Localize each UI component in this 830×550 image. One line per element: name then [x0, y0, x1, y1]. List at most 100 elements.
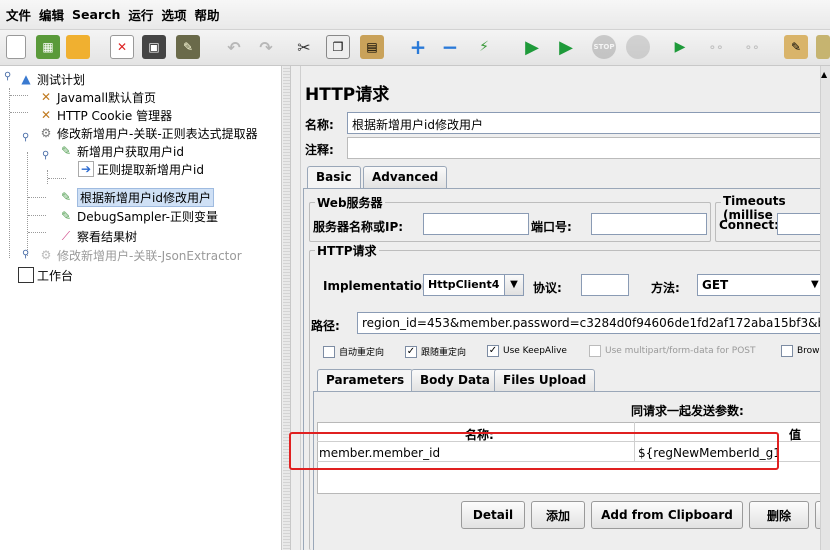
menu-run[interactable]: 运行 [124, 5, 157, 24]
toolbar: ▦ ✕ ▣ ✎ ↶ ↷ ✂ ❐ ▤ + − ⚡ ▶ ▶ STOP ▶ ∘∘ ∘∘… [0, 30, 830, 66]
listener-icon: ⟋ [61, 228, 71, 243]
collapse-toggle-icon[interactable]: ⚲ [4, 71, 11, 82]
thread-group-icon: ⚙ [40, 248, 52, 262]
name-field[interactable]: 根据新增用户id修改用户 [347, 112, 827, 134]
paste-icon[interactable]: ▤ [360, 35, 384, 59]
menu-file[interactable]: 文件 [2, 5, 35, 24]
tree-item-debug-sampler[interactable]: ✎ DebugSampler-正则变量 [58, 207, 218, 225]
tab-advanced[interactable]: Advanced [363, 166, 448, 188]
tree-item-label: 修改新增用户-关联-正则表达式提取器 [57, 126, 258, 141]
shutdown-icon[interactable] [626, 35, 650, 59]
connect-label: Connect: [719, 218, 779, 232]
tree-item-add-user[interactable]: ✎ 新增用户获取用户id [58, 142, 184, 160]
collapse-icon[interactable]: − [438, 35, 462, 59]
tree-item-test-plan[interactable]: ▲ 测试计划 [18, 70, 85, 88]
multipart-checkbox[interactable]: Use multipart/form-data for POST [589, 345, 756, 357]
protocol-input[interactable] [581, 274, 629, 296]
sampler-icon: ✎ [60, 144, 72, 158]
checkbox-label: 跟随重定向 [421, 348, 467, 358]
web-server-legend: Web服务器 [315, 194, 385, 211]
collapse-toggle-icon[interactable]: ⚲ [42, 150, 49, 161]
checkbox-box [781, 345, 793, 357]
port-input[interactable] [591, 213, 707, 235]
sampler-icon: ✎ [60, 209, 72, 223]
delete-button[interactable]: 删除 [749, 501, 809, 529]
menu-options[interactable]: 选项 [157, 5, 190, 24]
http-request-panel: HTTP请求 名称: 根据新增用户id修改用户 注释: Basic Advanc… [289, 66, 830, 550]
new-icon[interactable] [6, 35, 26, 59]
tree-item-workbench[interactable]: 工作台 [18, 266, 73, 284]
expand-toggle-icon[interactable]: ⚲ [22, 249, 29, 260]
tree-item-javamall-defaults[interactable]: ✕ Javamall默认首页 [38, 88, 156, 106]
tab-files-upload[interactable]: Files Upload [494, 369, 596, 391]
menu-bar: 文件 编辑 Search 运行 选项 帮助 [0, 0, 830, 30]
tab-basic[interactable]: Basic [307, 166, 361, 188]
cut-icon[interactable]: ✂ [292, 35, 316, 59]
tree-item-modify-user[interactable]: ✎ 根据新增用户id修改用户 [58, 187, 214, 207]
vertical-scrollbar[interactable] [820, 66, 830, 550]
checkbox-box [323, 345, 335, 358]
detail-button[interactable]: Detail [461, 501, 525, 529]
tree-item-label: 察看结果树 [77, 229, 138, 244]
path-input[interactable]: region_id=453&member.password=c3284d0f94… [357, 312, 827, 334]
tree-item-label: 工作台 [37, 268, 74, 283]
tree-item-thread-group-json[interactable]: ⚙ 修改新增用户-关联-JsonExtractor [38, 246, 242, 264]
tab-parameters[interactable]: Parameters [317, 369, 414, 391]
tree-item-label: 根据新增用户id修改用户 [77, 187, 214, 207]
name-label: 名称: [305, 118, 334, 132]
redirect-auto-checkbox[interactable]: 自动重定向 [323, 345, 384, 358]
redo-icon[interactable]: ↷ [254, 35, 278, 59]
open-icon[interactable] [66, 35, 90, 59]
toggle-icon[interactable]: ⚡ [472, 35, 496, 59]
menu-edit[interactable]: 编辑 [35, 5, 68, 24]
tree-item-regex-extractor[interactable]: ➔ 正则提取新增用户id [78, 160, 204, 178]
chevron-down-icon[interactable]: ▼ [811, 279, 819, 290]
tab-body-data[interactable]: Body Data [411, 369, 499, 391]
menu-help[interactable]: 帮助 [190, 5, 223, 24]
implementation-select[interactable]: HttpClient4 [423, 274, 505, 296]
checkbox-label: Brow [797, 346, 820, 356]
collapse-toggle-icon[interactable]: ⚲ [22, 132, 29, 143]
comment-field[interactable] [347, 137, 827, 159]
config-element-icon: ✕ [40, 90, 52, 104]
pane-splitter[interactable] [283, 66, 291, 550]
tree-item-cookie-manager[interactable]: ✕ HTTP Cookie 管理器 [38, 106, 172, 124]
chevron-down-icon[interactable]: ▼ [504, 274, 524, 296]
checkbox-box [589, 345, 601, 357]
method-select[interactable]: GET [697, 274, 827, 296]
test-plan-icon: ▲ [21, 72, 31, 86]
add-button[interactable]: 添加 [531, 501, 585, 529]
remote-shutdown-icon[interactable]: ∘∘ [740, 35, 764, 59]
checkbox-label: 自动重定向 [339, 348, 385, 358]
save-icon[interactable]: ▣ [142, 35, 166, 59]
browser-headers-checkbox[interactable]: Brow [781, 345, 820, 357]
clear-all-icon[interactable] [816, 35, 830, 59]
add-from-clipboard-button[interactable]: Add from Clipboard [591, 501, 743, 529]
tree-item-view-results[interactable]: ⟋ 察看结果树 [58, 227, 137, 245]
undo-icon[interactable]: ↶ [222, 35, 246, 59]
follow-redirects-checkbox[interactable]: ✓ 跟随重定向 [405, 345, 466, 358]
protocol-label: 协议: [533, 281, 562, 295]
copy-icon[interactable]: ❐ [326, 35, 350, 59]
remote-start-icon[interactable]: ▶ [668, 35, 692, 59]
save-screenshot-icon[interactable]: ✎ [176, 35, 200, 59]
templates-icon[interactable]: ▦ [36, 35, 60, 59]
menu-search[interactable]: Search [68, 7, 124, 22]
tree-item-label: 测试计划 [37, 72, 86, 87]
keepalive-checkbox[interactable]: ✓ Use KeepAlive [487, 345, 567, 357]
expand-icon[interactable]: + [406, 35, 430, 59]
start-no-pause-icon[interactable]: ▶ [554, 35, 578, 59]
remote-stop-icon[interactable]: ∘∘ [704, 35, 728, 59]
server-label: 服务器名称或IP: [313, 220, 404, 234]
post-processor-icon: ➔ [78, 161, 94, 177]
tree-item-thread-group-regex[interactable]: ⚙ 修改新增用户-关联-正则表达式提取器 [38, 124, 258, 142]
scroll-up-icon[interactable]: ▲ [821, 70, 827, 79]
close-icon[interactable]: ✕ [110, 35, 134, 59]
server-input[interactable] [423, 213, 529, 235]
comment-label: 注释: [305, 143, 334, 157]
stop-icon[interactable]: STOP [592, 35, 616, 59]
tree-item-label: Javamall默认首页 [57, 90, 157, 105]
clear-icon[interactable]: ✎ [784, 35, 808, 59]
start-icon[interactable]: ▶ [520, 35, 544, 59]
checkbox-label: Use KeepAlive [503, 346, 567, 356]
